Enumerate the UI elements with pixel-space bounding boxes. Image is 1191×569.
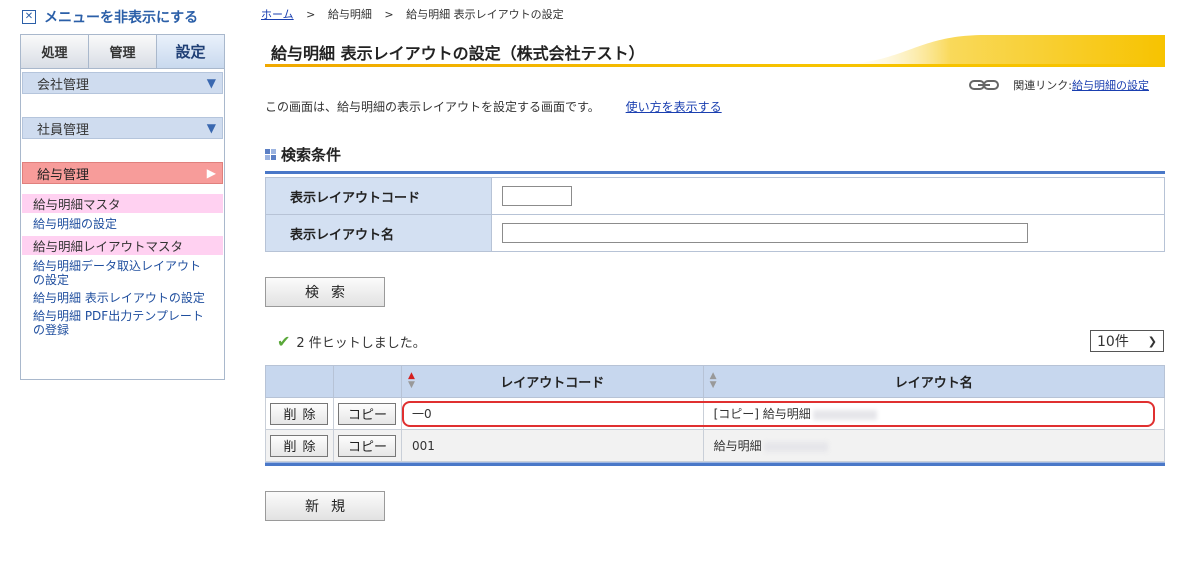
related-links: 関連リンク: 給与明細の設定: [969, 77, 1149, 93]
header-layout-name-label: レイアウト名: [894, 376, 973, 391]
grid-square-icon: [265, 149, 276, 160]
hide-menu-label: メニューを非表示にする: [44, 10, 199, 26]
hit-count: ✔ 2 件ヒットしました。: [277, 332, 426, 351]
close-box-icon: ✕: [22, 10, 36, 24]
triangle-down-icon: ▼: [206, 76, 216, 90]
chevron-down-icon: ❯: [1147, 334, 1157, 348]
delete-button[interactable]: 削除: [270, 402, 329, 425]
submenu-link-payslip-settings[interactable]: 給与明細の設定: [22, 213, 223, 234]
tab-settings[interactable]: 設定: [157, 35, 224, 68]
breadcrumb-separator: >: [306, 8, 316, 21]
layout-code-cell[interactable]: 001: [400, 429, 704, 462]
layout-name-label: 表示レイアウト名: [265, 214, 492, 252]
search-button[interactable]: 検索: [265, 277, 385, 307]
menu-tabs: 処理 管理 設定: [20, 34, 225, 68]
category-company-label: 会社管理: [37, 77, 90, 93]
sidebar: ✕ メニューを非表示にする 処理 管理 設定 会社管理 ▼ 社員管理 ▼ 給与管…: [20, 6, 225, 380]
header-delete-col: [265, 365, 334, 398]
breadcrumb-separator: >: [384, 8, 394, 21]
link-chain-icon: [969, 80, 1000, 90]
breadcrumb-payslip: 給与明細: [327, 8, 372, 21]
submenu-link-import-layout[interactable]: 給与明細データ取込レイアウトの設定: [22, 255, 223, 290]
table-row: 削除 コピー 一0 [コピー] 給与明細: [265, 397, 1166, 430]
submenu-header-payslip-master: 給与明細マスタ: [22, 194, 223, 213]
breadcrumb-current: 給与明細 表示レイアウトの設定: [406, 8, 564, 21]
sort-arrows-icon[interactable]: ▲ ▼: [408, 372, 415, 390]
per-page-value: 10件: [1097, 334, 1129, 350]
submenu-link-pdf-template[interactable]: 給与明細 PDF出力テンプレートの登録: [22, 308, 223, 340]
header-layout-code[interactable]: ▲ ▼ レイアウトコード: [400, 365, 704, 398]
category-employee[interactable]: 社員管理 ▼: [22, 117, 223, 139]
search-section-title: 検索条件: [281, 146, 342, 164]
results-header-row: ▲ ▼ レイアウトコード ▲ ▼ レイアウト名: [265, 365, 1166, 398]
header-layout-code-label: レイアウトコード: [500, 376, 605, 391]
menu-panel: 会社管理 ▼ 社員管理 ▼ 給与管理 ▶ 給与明細マスタ 給与明細の設定 給与明…: [20, 68, 225, 380]
layout-code-cell[interactable]: 一0: [400, 397, 704, 430]
new-button[interactable]: 新規: [265, 491, 385, 521]
hit-count-text: 2 件ヒットしました。: [296, 336, 426, 351]
redacted-text: [812, 409, 877, 420]
howto-link[interactable]: 使い方を表示する: [626, 100, 722, 114]
delete-button[interactable]: 削除: [270, 434, 329, 457]
page-title: 給与明細 表示レイアウトの設定（株式会社テスト）: [271, 44, 645, 63]
tab-management[interactable]: 管理: [89, 35, 157, 68]
copy-button[interactable]: コピー: [338, 402, 397, 425]
layout-name-cell[interactable]: [コピー] 給与明細: [702, 397, 1166, 430]
category-company[interactable]: 会社管理 ▼: [22, 72, 223, 94]
triangle-right-icon: ▶: [206, 166, 216, 180]
copy-button[interactable]: コピー: [338, 434, 397, 457]
category-employee-label: 社員管理: [37, 122, 90, 138]
title-underline: [265, 64, 1165, 67]
triangle-down-icon: ▼: [206, 121, 216, 135]
per-page-select[interactable]: 10件 ❯: [1090, 330, 1164, 352]
page-description: この画面は、給与明細の表示レイアウトを設定する画面です。 使い方を表示する: [265, 98, 722, 115]
layout-code-label: 表示レイアウトコード: [265, 177, 492, 215]
layout-name-cell[interactable]: 給与明細: [702, 429, 1166, 462]
redacted-text: [763, 441, 828, 452]
layout-name-text: 給与明細: [713, 439, 762, 453]
tab-processing[interactable]: 処理: [21, 35, 89, 68]
table-bottom-rule: [265, 462, 1165, 466]
submenu-link-display-layout[interactable]: 給与明細 表示レイアウトの設定: [22, 290, 223, 308]
breadcrumb-home[interactable]: ホーム: [261, 8, 294, 21]
related-label: 関連リンク:: [1013, 79, 1072, 92]
sort-arrows-icon[interactable]: ▲ ▼: [710, 372, 717, 390]
page-title-bar: 給与明細 表示レイアウトの設定（株式会社テスト）: [265, 33, 1165, 67]
search-section-header: 検索条件: [265, 144, 341, 165]
layout-name-text: [コピー] 給与明細: [713, 407, 811, 421]
category-payroll-label: 給与管理: [37, 167, 90, 183]
layout-name-input[interactable]: [502, 223, 1028, 243]
table-row: 削除 コピー 001 給与明細: [265, 429, 1166, 462]
submenu-header-layout-master: 給与明細レイアウトマスタ: [22, 236, 223, 255]
description-text: この画面は、給与明細の表示レイアウトを設定する画面です。: [265, 100, 600, 114]
results-table: ▲ ▼ レイアウトコード ▲ ▼ レイアウト名 削除 コピー 一0 [コピー] 給与…: [265, 365, 1166, 466]
breadcrumb: ホーム > 給与明細 > 給与明細 表示レイアウトの設定: [261, 6, 564, 22]
check-icon: ✔: [277, 332, 291, 351]
related-link-payslip-settings[interactable]: 給与明細の設定: [1072, 77, 1149, 93]
category-payroll[interactable]: 給与管理 ▶: [22, 162, 223, 184]
title-decoration: [835, 35, 1165, 64]
header-layout-name[interactable]: ▲ ▼ レイアウト名: [702, 365, 1166, 398]
header-copy-col: [332, 365, 402, 398]
layout-code-input[interactable]: [502, 186, 572, 206]
hide-menu-toggle[interactable]: ✕ メニューを非表示にする: [20, 6, 225, 28]
search-form: 表示レイアウトコード 表示レイアウト名: [265, 171, 1165, 252]
